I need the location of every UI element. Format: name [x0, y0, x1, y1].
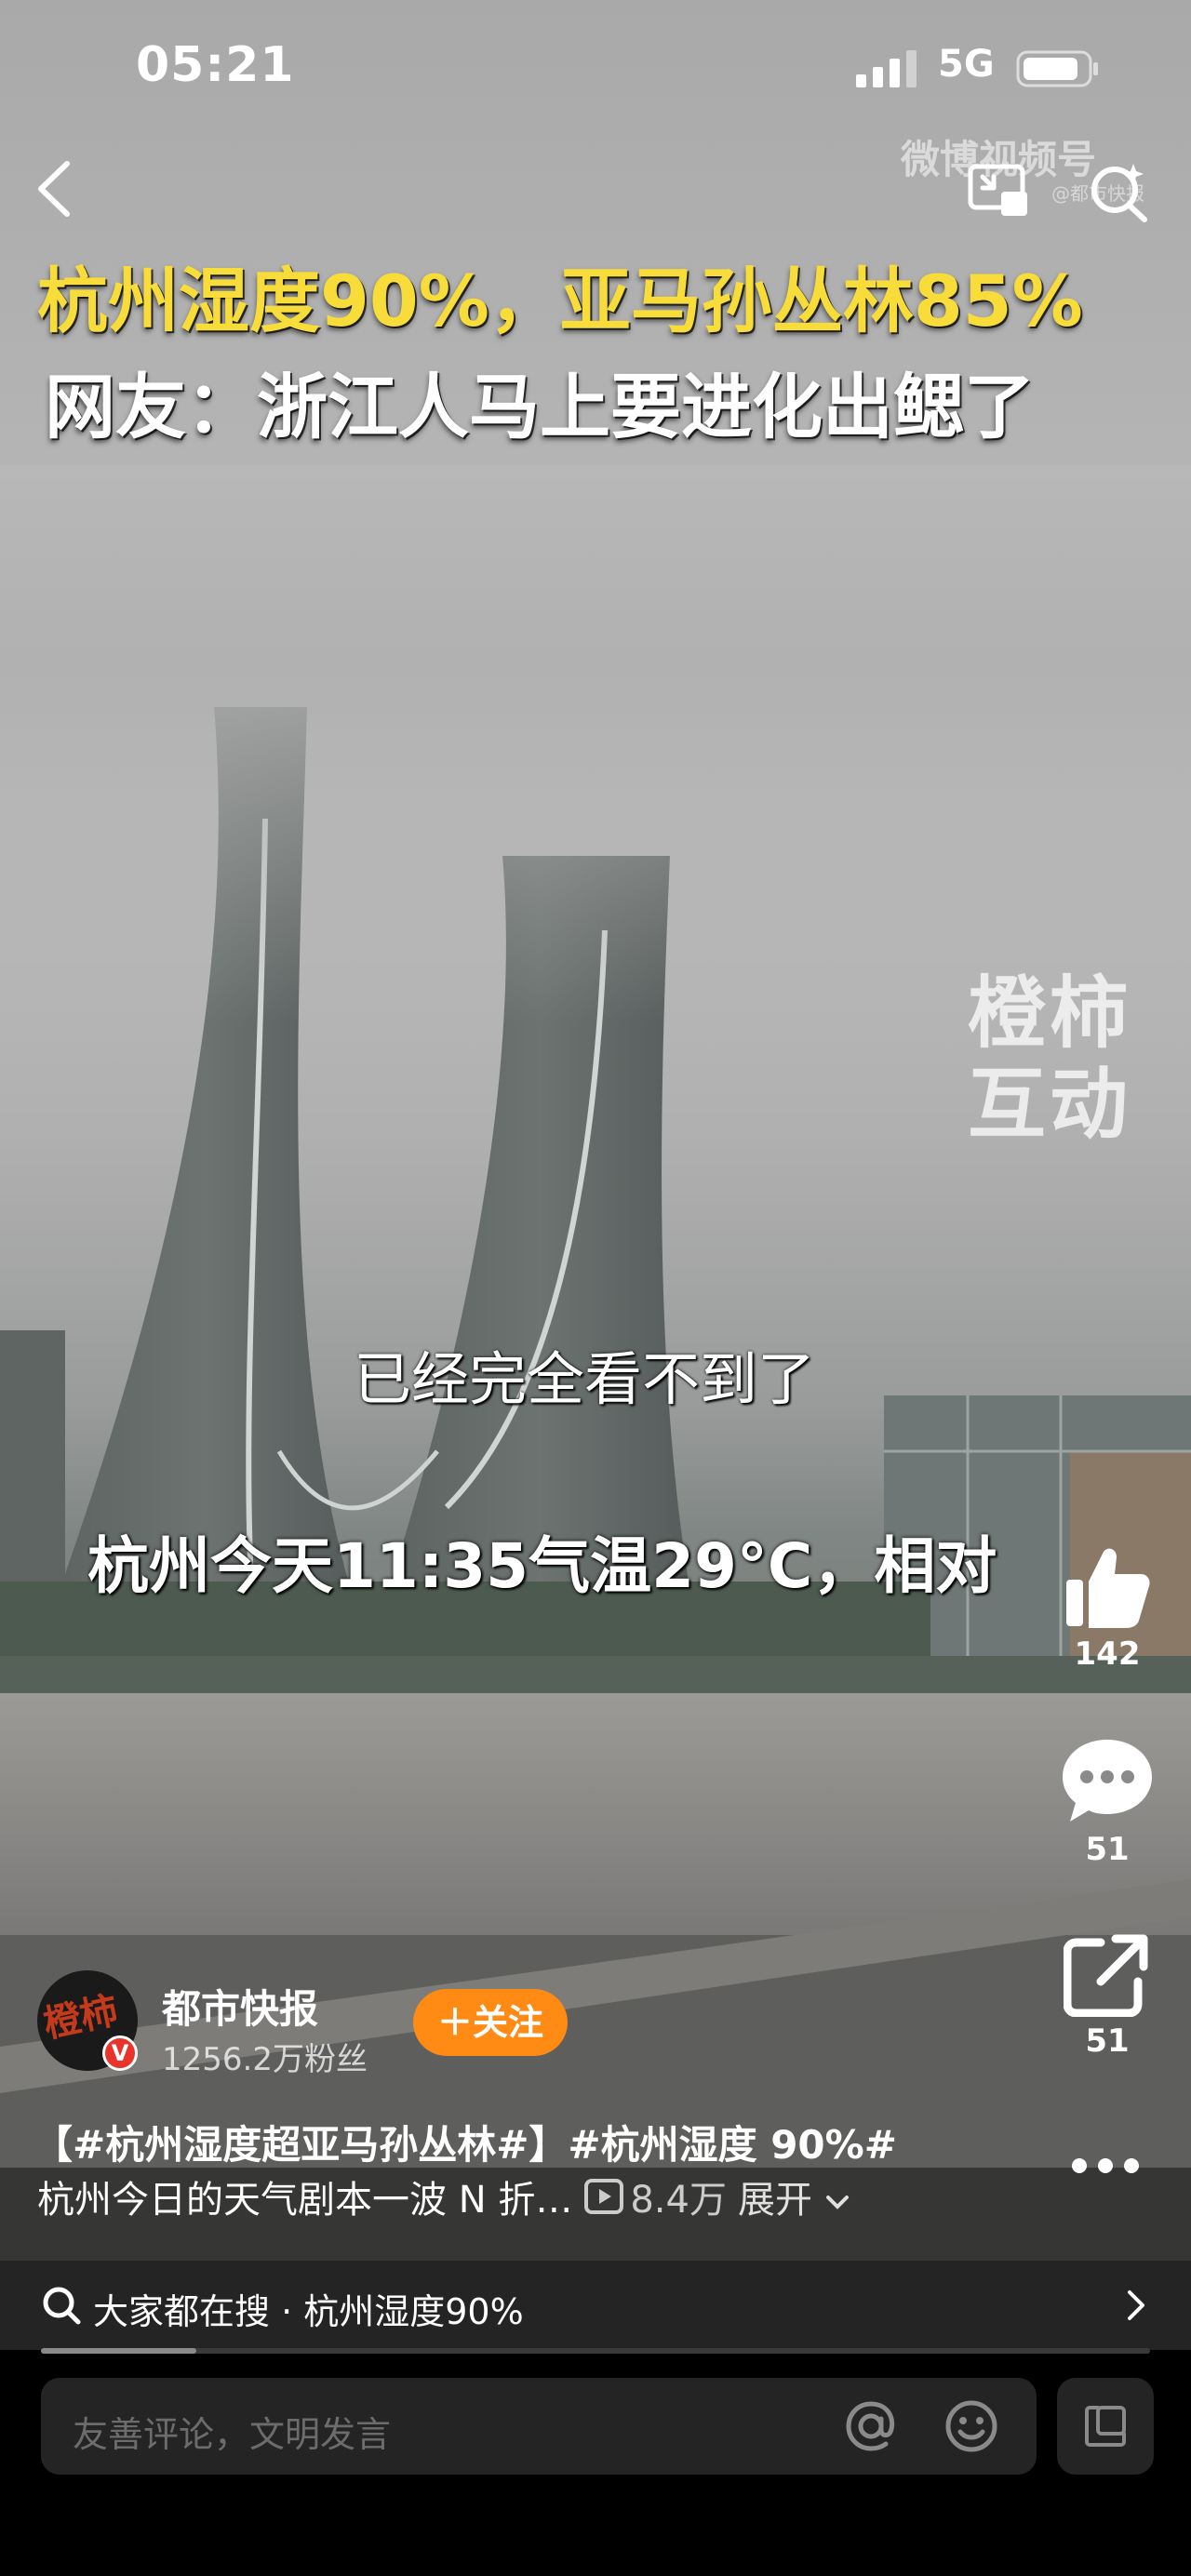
status-time: 05:21: [136, 37, 295, 93]
thumbs-up-icon: [1066, 1548, 1150, 1628]
picture-in-picture-icon[interactable]: [968, 164, 1029, 220]
video-headline-line1: 杭州湿度90%，亚马孙丛林85%: [37, 260, 1083, 342]
comment-input[interactable]: 友善评论，文明发言: [41, 2378, 1037, 2475]
video-subtitle-2: 杭州今天11:35气温29°C，相对: [87, 1530, 997, 1602]
brand-watermark: 橙柿互动: [968, 968, 1132, 1150]
video-headline-line2: 网友：浙江人马上要进化出鳃了: [45, 366, 1035, 448]
at-icon[interactable]: [843, 2398, 899, 2454]
like-count: 142: [1074, 1635, 1141, 1673]
expand-comments-button[interactable]: [1057, 2378, 1154, 2475]
share-button[interactable]: 51: [1051, 1933, 1163, 2060]
view-count-value: 8.4万: [630, 2179, 727, 2222]
battery-icon: [1016, 50, 1098, 87]
expand-label: 展开: [737, 2179, 812, 2222]
like-button[interactable]: 142: [1051, 1544, 1163, 1673]
chevron-down-icon: [825, 2196, 849, 2209]
share-count: 51: [1085, 2022, 1130, 2060]
signal-icon: [856, 50, 917, 87]
comment-icon: [1063, 1740, 1152, 1822]
author-fan-count: 1256.2万粉丝: [162, 2041, 368, 2078]
author-name[interactable]: 都市快报: [162, 1978, 318, 2035]
back-icon[interactable]: [35, 160, 73, 218]
verified-badge: V: [102, 2035, 138, 2071]
comment-placeholder: 友善评论，文明发言: [73, 2414, 392, 2455]
follow-button[interactable]: ＋关注: [413, 1989, 568, 2056]
network-type: 5G: [938, 43, 995, 86]
emoji-icon[interactable]: [943, 2398, 999, 2454]
chevron-right-icon: [1128, 2290, 1144, 2320]
view-count: 8.4万: [583, 2169, 727, 2223]
more-icon[interactable]: [1068, 2147, 1143, 2184]
search-icon[interactable]: [1087, 160, 1152, 225]
expand-icon: [1085, 2406, 1126, 2447]
post-hashtags[interactable]: 【#杭州湿度超亚马孙丛林#】#杭州湿度 90%#: [33, 2114, 897, 2170]
hot-search-bar[interactable]: 大家都在搜 · 杭州湿度90%: [0, 2261, 1191, 2350]
hot-search-text: 大家都在搜 · 杭州湿度90%: [93, 2291, 524, 2332]
post-text: 杭州今日的天气剧本一波 N 折…: [37, 2179, 573, 2222]
video-subtitle-1: 已经完全看不到了: [354, 1345, 816, 1413]
play-icon: [584, 2179, 624, 2214]
comment-count: 51: [1085, 1831, 1130, 1868]
expand-link[interactable]: 展开: [738, 2169, 850, 2223]
post-description[interactable]: 杭州今日的天气剧本一波 N 折… 8.4万 展开: [37, 2169, 850, 2223]
comment-button[interactable]: 51: [1051, 1736, 1163, 1868]
share-icon: [1064, 1934, 1148, 2017]
search-icon: [43, 2287, 81, 2325]
author-avatar[interactable]: 橙柿 V: [37, 1970, 138, 2071]
bottom-comment-area: 友善评论，文明发言: [0, 2354, 1191, 2576]
status-bar: 05:21 5G: [0, 37, 1191, 112]
